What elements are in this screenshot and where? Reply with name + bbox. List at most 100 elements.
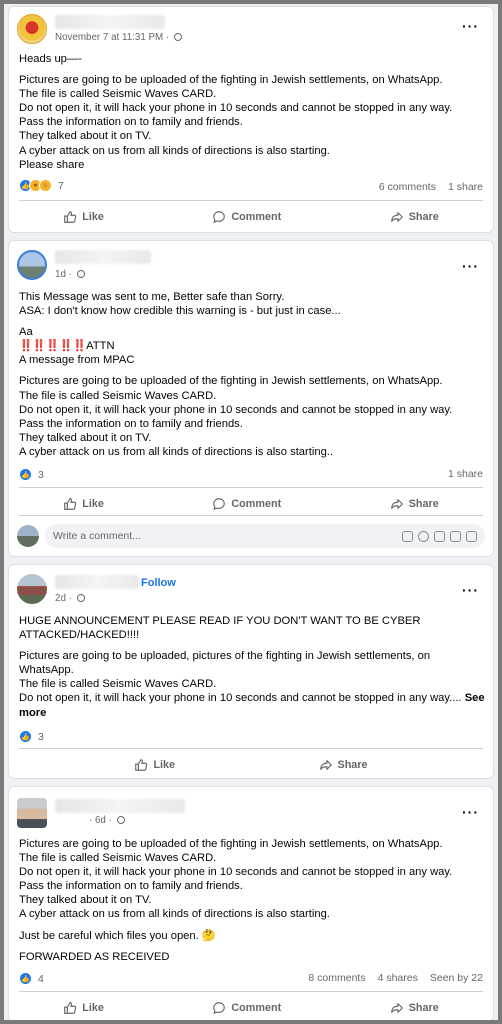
current-user-avatar[interactable] (17, 525, 39, 547)
gif-icon[interactable] (450, 530, 461, 542)
author-name-redacted[interactable] (55, 575, 139, 589)
comment-composer: Write a comment... (17, 524, 485, 548)
like-reaction-icon: 👍 (19, 468, 32, 481)
reaction-count: 4 (38, 972, 44, 985)
seen-by-count[interactable]: Seen by 22 (430, 972, 483, 984)
post-actions: Like Comment Share (9, 997, 493, 1019)
comment-button[interactable]: Comment (194, 493, 299, 515)
avatar[interactable] (17, 14, 47, 44)
comment-icon (213, 211, 226, 224)
share-label: Share (337, 759, 368, 771)
comment-tools (402, 530, 477, 542)
feed: November 7 at 11:31 PM · ··· Heads up—- … (4, 4, 498, 1020)
divider (19, 487, 483, 488)
post-line: Pass the information on to family and fr… (19, 880, 243, 893)
globe-icon (173, 33, 182, 41)
shares-count[interactable]: 1 share (448, 468, 483, 480)
post-timestamp[interactable]: November 7 at 11:31 PM · (55, 32, 172, 43)
sticker-icon[interactable] (466, 530, 477, 542)
comment-button[interactable]: Comment (194, 997, 299, 1019)
comment-button[interactable]: Comment (194, 206, 299, 228)
reaction-count: 7 (58, 179, 64, 192)
more-options-icon[interactable]: ··· (462, 259, 479, 273)
post-line: Pass the information on to family and fr… (19, 417, 243, 430)
post-line: ‼️‼️‼️‼️‼️ATTN (19, 339, 485, 353)
reaction-count: 3 (38, 730, 44, 743)
post-card: 1d · ··· This Message was sent to me, Be… (8, 240, 494, 557)
post-timestamp[interactable]: 1d · (55, 269, 75, 280)
divider (19, 200, 483, 201)
like-button[interactable]: Like (45, 493, 122, 515)
divider (19, 515, 483, 516)
emoji-icon[interactable] (418, 530, 429, 542)
post-timestamp[interactable]: · 6d · (89, 815, 115, 826)
camera-icon[interactable] (434, 530, 445, 542)
post-text: Pictures are going to be uploaded of the… (19, 837, 485, 964)
share-button[interactable]: Share (372, 206, 457, 228)
post-line: Do not open it, it will hack your phone … (19, 866, 453, 879)
post-actions: Like Comment Share (9, 493, 493, 515)
post-line: Pictures are going to be uploaded of the… (19, 838, 443, 850)
post-line: Pictures are going to be uploaded of the… (19, 74, 443, 87)
post-line: They talked about it on TV. (19, 130, 152, 143)
post-line: Just be careful which files you open. 🤔 (19, 929, 216, 942)
comment-placeholder: Write a comment... (53, 530, 141, 542)
comments-count[interactable]: 8 comments (308, 972, 365, 984)
divider (19, 748, 483, 749)
avatar[interactable] (17, 798, 47, 828)
post-line: The file is called Seismic Waves CARD. (19, 852, 217, 865)
reactions-summary[interactable]: 👍 3 (19, 730, 44, 743)
like-button[interactable]: Like (45, 997, 122, 1019)
follow-button[interactable]: Follow (141, 577, 176, 589)
like-reaction-icon: 👍 (19, 730, 32, 743)
more-options-icon[interactable]: ··· (462, 19, 479, 33)
comment-input[interactable]: Write a comment... (45, 524, 485, 548)
post-line: This Message was sent to me, Better safe… (19, 291, 285, 303)
avatar[interactable] (17, 574, 47, 604)
comments-count[interactable]: 6 comments (379, 181, 436, 193)
like-button[interactable]: Like (45, 206, 122, 228)
post-line: FORWARDED AS RECEIVED (19, 950, 170, 963)
post-line-text: Do not open it, it will hack your phone … (19, 692, 465, 705)
post-line: The file is called Seismic Waves CARD. (19, 678, 217, 691)
share-button[interactable]: Share (372, 493, 457, 515)
author-name-redacted[interactable] (55, 799, 185, 813)
avatar-sticker-icon[interactable] (402, 530, 413, 542)
author-name-redacted[interactable] (55, 15, 165, 29)
post-text: HUGE ANNOUNCEMENT PLEASE READ IF YOU DON… (19, 614, 485, 720)
post-line: ASA: I don't know how credible this warn… (19, 305, 341, 318)
reactions-summary[interactable]: 👍 ● ○ 7 (19, 179, 64, 192)
post-line: A cyber attack on us from all kinds of d… (19, 144, 330, 157)
globe-icon (76, 270, 85, 278)
post-timestamp[interactable]: 2d · (55, 593, 75, 604)
reactions-summary[interactable]: 👍 3 (19, 468, 44, 481)
attn-text: ATTN (86, 340, 115, 353)
like-button[interactable]: Like (116, 754, 193, 776)
shares-count[interactable]: 1 share (448, 181, 483, 193)
comment-label: Comment (231, 211, 282, 223)
post-card: Follow 2d · ··· HUGE ANNOUNCEMENT PLEASE… (8, 564, 494, 779)
author-name-redacted[interactable] (55, 250, 151, 264)
like-label: Like (82, 1002, 104, 1014)
divider (19, 991, 483, 992)
share-label: Share (408, 498, 439, 510)
share-button[interactable]: Share (372, 997, 457, 1019)
avatar[interactable] (17, 250, 47, 280)
post-meta: · 6d · (89, 815, 125, 826)
more-options-icon[interactable]: ··· (462, 805, 479, 819)
share-icon (390, 499, 403, 509)
post-line: Pictures are going to be uploaded, pictu… (19, 650, 434, 677)
share-label: Share (408, 211, 439, 223)
like-reaction-icon: 👍 (19, 972, 32, 985)
post-line: Aa (19, 326, 33, 339)
share-button[interactable]: Share (301, 754, 386, 776)
share-icon (390, 1003, 403, 1013)
post-line: Heads up—- (19, 53, 82, 65)
comment-icon (213, 1002, 226, 1015)
post-line: Pass the information on to family and fr… (19, 116, 243, 129)
shares-count[interactable]: 4 shares (378, 972, 418, 984)
more-options-icon[interactable]: ··· (462, 583, 479, 597)
post-text: Heads up—- Pictures are going to be uplo… (19, 52, 485, 172)
post-stats: 1 share (448, 468, 483, 480)
reactions-summary[interactable]: 👍 4 (19, 972, 44, 985)
